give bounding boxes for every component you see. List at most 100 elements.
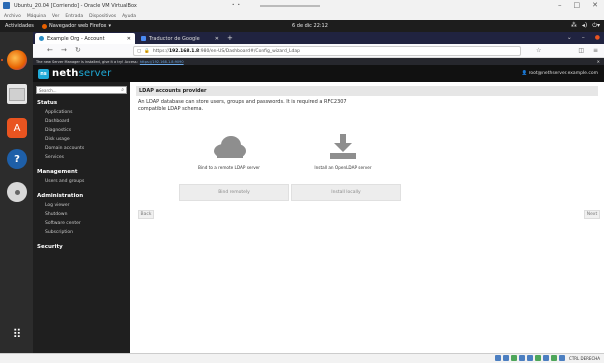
window-close-icon[interactable]: ● <box>595 34 600 41</box>
vbox-title-bar: Ubuntu_20.04 [Corriendo] - Oracle VM Vir… <box>0 0 604 12</box>
nethserver-logo[interactable]: ns nethserver <box>38 68 111 79</box>
reload-icon[interactable]: ↻ <box>75 46 81 54</box>
menu-dispositivos[interactable]: Dispositivos <box>89 14 116 19</box>
shared-folders-icon[interactable] <box>535 355 542 361</box>
close-notification-icon[interactable]: ✕ <box>597 59 600 64</box>
drag-handle-icon: • • <box>232 2 241 7</box>
help-icon[interactable]: ? <box>7 149 27 169</box>
optical-drive-icon[interactable] <box>503 355 510 361</box>
vbox-menu-bar: Archivo Máquina Ver Entrada Dispositivos… <box>0 12 604 20</box>
notification-text: The new Server Manager is installed, giv… <box>36 59 138 64</box>
user-icon: 👤 <box>521 71 528 76</box>
menu-archivo[interactable]: Archivo <box>4 14 21 19</box>
activities-button[interactable]: Actividades <box>5 23 34 29</box>
sidebar-item-software-center[interactable]: Software center <box>45 221 81 226</box>
tab-google-translate[interactable]: Traductor de Google ✕ <box>137 33 223 44</box>
sidebar-item-users-and-groups[interactable]: Users and groups <box>45 179 84 184</box>
menu-entrada[interactable]: Entrada <box>65 14 83 19</box>
close-tab-icon[interactable]: ✕ <box>127 36 131 42</box>
url-bar[interactable]: ▢ 🔒 https://192.168.1.8:980/en-US/Dashbo… <box>133 46 521 56</box>
menu-maquina[interactable]: Máquina <box>27 14 46 19</box>
show-applications-icon[interactable]: ⠿ <box>7 324 27 344</box>
page-description: An LDAP database can store users, groups… <box>138 99 347 112</box>
cloud-icon <box>188 132 270 162</box>
pocket-icon[interactable]: ◫ <box>578 47 584 54</box>
tab-favicon-icon <box>39 36 44 41</box>
files-icon[interactable] <box>7 84 27 104</box>
sidebar-item-dashboard[interactable]: Dashboard <box>45 119 69 124</box>
search-icon[interactable]: ⌕ <box>121 87 124 93</box>
sidebar-item-disk-usage[interactable]: Disk usage <box>45 137 70 142</box>
tab-label: Traductor de Google <box>149 35 200 42</box>
new-tab-icon[interactable]: + <box>227 34 233 42</box>
firefox-icon[interactable] <box>7 50 27 70</box>
sidebar-heading-management[interactable]: Management <box>37 169 78 175</box>
user-name: root@nethserver.example.com <box>528 71 598 76</box>
notification-link[interactable]: https://192.168.1.8:9090 <box>140 60 184 64</box>
hard-disk-icon[interactable] <box>495 355 502 361</box>
remote-ldap-label: Bind to a remote LDAP server <box>198 165 260 170</box>
sidebar-item-log-viewer[interactable]: Log viewer <box>45 203 69 208</box>
network-adapter-icon[interactable] <box>519 355 526 361</box>
power-icon[interactable]: ⏻▾ <box>592 22 600 30</box>
back-arrow-icon[interactable]: ← <box>47 46 53 54</box>
sidebar-item-subscription[interactable]: Subscription <box>45 230 73 235</box>
sidebar-item-services[interactable]: Services <box>45 155 64 160</box>
sidebar-item-domain-accounts[interactable]: Domain accounts <box>45 146 84 151</box>
volume-icon[interactable]: ◂) <box>582 22 587 30</box>
vbox-status-bar: CTRL DERECHA <box>0 353 604 363</box>
bookmark-star-icon[interactable]: ☆ <box>536 47 541 54</box>
remote-ldap-option[interactable]: Bind to a remote LDAP server <box>188 132 270 170</box>
sidebar-item-applications[interactable]: Applications <box>45 110 73 115</box>
display-icon[interactable] <box>543 355 550 361</box>
host-key-label: CTRL DERECHA <box>569 355 600 361</box>
sidebar-item-diagnostics[interactable]: Diagnostics <box>45 128 71 133</box>
notification-bar: The new Server Manager is installed, giv… <box>33 58 604 65</box>
main-content: LDAP accounts provider An LDAP database … <box>130 82 604 353</box>
ubuntu-dock: A ? ⠿ <box>0 32 33 353</box>
local-ldap-label: Install an OpenLDAP server <box>314 165 372 170</box>
clock[interactable]: 6 de dic 22:12 <box>292 23 328 29</box>
tab-bar: Example Org - Account ✕ Traductor de Goo… <box>33 32 604 44</box>
nethserver-header: ns nethserver 👤 root@nethserver.example.… <box>33 65 604 82</box>
optical-disc-icon[interactable] <box>7 182 27 202</box>
sidebar-search-input[interactable]: Search... ⌕ <box>36 86 127 94</box>
list-tabs-icon[interactable]: ⌄ <box>567 34 572 41</box>
window-minimize-icon[interactable]: – <box>582 34 585 41</box>
tab-label: Example Org - Account <box>47 35 105 42</box>
navigation-bar: ← → ↻ ▢ 🔒 https://192.168.1.8:980/en-US/… <box>33 44 604 58</box>
local-ldap-option[interactable]: Install an OpenLDAP server <box>302 132 384 170</box>
usb-icon[interactable] <box>527 355 534 361</box>
download-icon <box>302 132 384 162</box>
back-button[interactable]: Back <box>138 210 154 219</box>
chevron-down-icon: ▾ <box>108 23 111 29</box>
menu-ayuda[interactable]: Ayuda <box>122 14 136 19</box>
close-tab-icon[interactable]: ✕ <box>215 36 219 42</box>
menu-ver[interactable]: Ver <box>52 14 59 19</box>
app-menu[interactable]: Navegador web Firefox ▾ <box>42 23 111 29</box>
vbox-window-title: Ubuntu_20.04 [Corriendo] - Oracle VM Vir… <box>14 3 137 9</box>
tab-favicon-icon <box>141 36 146 41</box>
tab-example-org[interactable]: Example Org - Account ✕ <box>35 33 135 44</box>
close-button[interactable]: ✕ <box>592 1 598 9</box>
site-info-icon[interactable]: ▢ <box>137 49 141 54</box>
maximize-button[interactable]: □ <box>574 1 581 9</box>
bind-remotely-button[interactable]: Bind remotely <box>179 184 289 201</box>
network-icon[interactable]: ⁂ <box>571 22 577 30</box>
recording-icon[interactable] <box>551 355 558 361</box>
audio-icon[interactable] <box>511 355 518 361</box>
forward-arrow-icon[interactable]: → <box>61 46 67 54</box>
sidebar-heading-administration[interactable]: Administration <box>37 193 83 199</box>
menu-icon[interactable]: ≡ <box>593 47 598 54</box>
sidebar-item-shutdown[interactable]: Shutdown <box>45 212 67 217</box>
sidebar-heading-security[interactable]: Security <box>37 244 63 250</box>
minimize-button[interactable]: – <box>558 1 562 9</box>
install-locally-button[interactable]: Install locally <box>291 184 401 201</box>
user-menu[interactable]: 👤 root@nethserver.example.com <box>522 71 598 76</box>
next-button[interactable]: Next <box>584 210 600 219</box>
mouse-integration-icon[interactable] <box>559 355 566 361</box>
lock-icon: 🔒 <box>144 48 150 54</box>
software-center-icon[interactable]: A <box>7 118 27 138</box>
url-text: https://192.168.1.8:980/en-US/Dashboard#… <box>152 48 301 54</box>
sidebar-heading-status[interactable]: Status <box>37 100 57 106</box>
